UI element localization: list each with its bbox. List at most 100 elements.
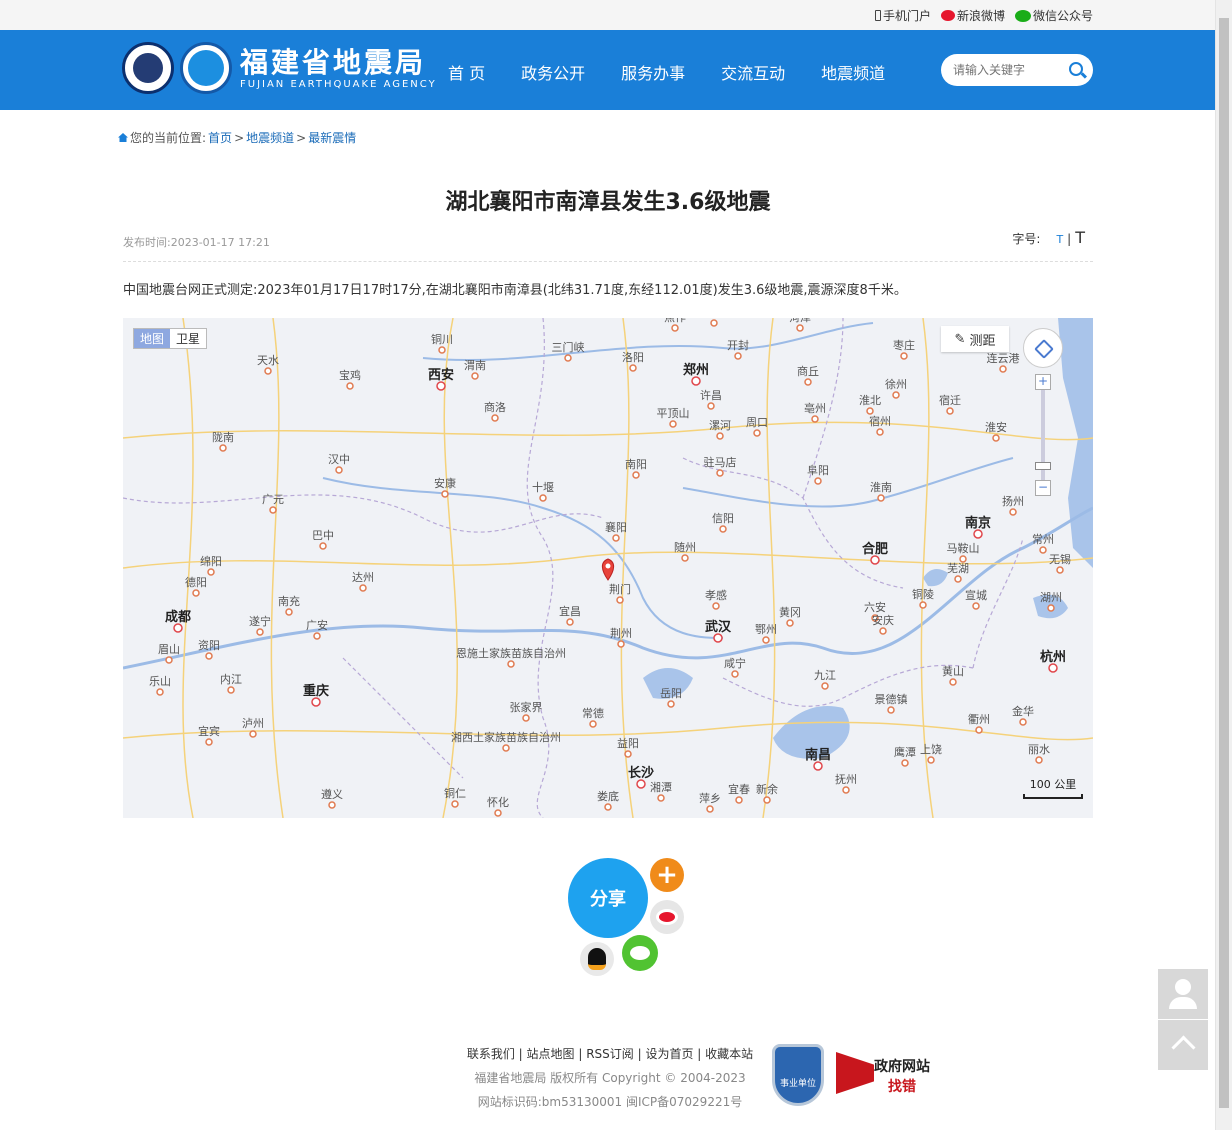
city-咸宁-label: 咸宁 — [724, 656, 746, 670]
city-张家界-dot — [522, 714, 530, 722]
city-铜仁-label: 铜仁 — [444, 786, 466, 800]
zoom-out-button[interactable]: − — [1035, 480, 1051, 496]
nav-government[interactable]: 政务公开 — [521, 60, 585, 84]
share-more-icon[interactable]: + — [650, 858, 684, 892]
city-新乡-label: 新乡 — [703, 318, 725, 319]
city-淮北-label: 淮北 — [859, 394, 881, 407]
city-娄底-label: 娄底 — [597, 789, 619, 803]
nav-earthquake[interactable]: 地震频道 — [821, 60, 885, 84]
city-南昌-dot — [813, 761, 823, 771]
wechat-link[interactable]: 微信公众号 — [1014, 7, 1093, 24]
city-遂宁-label: 遂宁 — [249, 614, 271, 628]
divider — [123, 261, 1093, 262]
city-天水-dot — [264, 367, 272, 375]
zoom-handle[interactable] — [1035, 462, 1051, 470]
pan-control[interactable] — [1023, 328, 1063, 368]
city-西安-dot — [436, 381, 446, 391]
city-宜宾-dot — [205, 738, 213, 746]
city-上饶-dot — [927, 756, 935, 764]
search-icon[interactable] — [1069, 62, 1083, 76]
city-马鞍山-dot — [959, 555, 967, 563]
nav-interaction[interactable]: 交流互动 — [721, 60, 785, 84]
breadcrumb-latest[interactable]: 最新震情 — [308, 129, 356, 146]
city-宿州-label: 宿州 — [869, 414, 891, 428]
weibo-link[interactable]: 新浪微博 — [940, 7, 1005, 24]
breadcrumb-channel[interactable]: 地震频道 — [246, 129, 294, 146]
share-button[interactable]: 分享 — [568, 858, 648, 938]
share-qq-icon[interactable] — [580, 942, 614, 976]
font-large-button[interactable]: T — [1075, 228, 1085, 247]
city-巴中-dot — [319, 542, 327, 550]
city-黄冈-dot — [786, 619, 794, 627]
city-常德-label: 常德 — [582, 706, 604, 720]
map-type-satellite[interactable]: 卫星 — [170, 329, 206, 348]
city-马鞍山-label: 马鞍山 — [947, 541, 980, 555]
share-wechat-icon[interactable] — [622, 935, 658, 971]
city-岳阳-label: 岳阳 — [660, 687, 682, 700]
city-平顶山-dot — [669, 420, 677, 428]
city-宿迁-dot — [946, 407, 954, 415]
map-type-switch: 地图 卫星 — [133, 328, 208, 349]
city-菏泽-dot — [796, 324, 804, 332]
city-扬州-label: 扬州 — [1002, 494, 1024, 508]
font-small-button[interactable]: T — [1056, 233, 1063, 246]
city-广元-label: 广元 — [262, 493, 284, 506]
city-新乡-dot — [710, 319, 718, 327]
city-陇南-dot — [219, 444, 227, 452]
city-广安-dot — [313, 632, 321, 640]
city-重庆-label: 重庆 — [303, 683, 329, 699]
city-十堰-dot — [539, 494, 547, 502]
city-安庆-dot — [879, 627, 887, 635]
city-益阳-dot — [624, 750, 632, 758]
city-芜湖-label: 芜湖 — [947, 561, 969, 575]
city-湘西土家族苗族自治州-label: 湘西土家族苗族自治州 — [451, 730, 561, 744]
city-许昌-dot — [707, 402, 715, 410]
city-宿州-dot — [876, 428, 884, 436]
city-长沙-dot — [636, 779, 646, 789]
institution-badge[interactable]: 事业单位 — [772, 1044, 824, 1106]
city-周口-label: 周口 — [746, 416, 768, 429]
site-logo[interactable]: 福建省地震局 FUJIAN EARTHQUAKE AGENCY — [122, 42, 437, 94]
city-九江-label: 九江 — [814, 669, 836, 682]
city-娄底-dot — [604, 803, 612, 811]
city-荆门-dot — [616, 596, 624, 604]
city-商洛-label: 商洛 — [484, 400, 506, 414]
city-抚州-dot — [842, 786, 850, 794]
ruler-button[interactable]: ✎ 测距 — [941, 326, 1009, 352]
city-湘西土家族苗族自治州-dot — [502, 744, 510, 752]
nav-home[interactable]: 首 页 — [448, 60, 485, 84]
zoom-in-button[interactable]: + — [1035, 374, 1051, 390]
city-德阳-label: 德阳 — [185, 575, 207, 589]
mobile-link[interactable]: 手机门户 — [874, 7, 931, 24]
phone-icon — [874, 10, 881, 21]
city-湖州-dot — [1047, 604, 1055, 612]
share-weibo-icon[interactable] — [650, 900, 684, 934]
map-type-map[interactable]: 地图 — [134, 329, 171, 348]
page-scrollbar[interactable] — [1215, 0, 1232, 1130]
city-南阳-dot — [632, 471, 640, 479]
earthquake-map[interactable]: 西安 郑州 武汉 成都 重庆 合肥 南京 杭州 长沙 南昌 襄阳 荆门 宜昌 荆州 十堰 南阳 随州 孝感 信阳 驻马… — [123, 318, 1093, 818]
user-icon[interactable] — [1158, 969, 1208, 1019]
search-input[interactable] — [953, 54, 1063, 86]
city-襄阳-label: 襄阳 — [605, 520, 627, 534]
city-宝鸡-label: 宝鸡 — [339, 368, 361, 382]
city-恩施土家族苗族自治州-dot — [507, 660, 515, 668]
city-杭州-label: 杭州 — [1040, 649, 1066, 665]
city-商丘-label: 商丘 — [797, 364, 819, 378]
breadcrumb-home[interactable]: 首页 — [208, 129, 232, 146]
nav-services[interactable]: 服务办事 — [621, 60, 685, 84]
city-九江-dot — [821, 682, 829, 690]
home-icon — [118, 133, 128, 142]
city-内江-dot — [227, 686, 235, 694]
article-meta: 发布时间:2023-01-17 17:21 字号: T | T — [123, 228, 1093, 250]
back-to-top-icon[interactable] — [1158, 1020, 1208, 1070]
city-宣城-dot — [972, 602, 980, 610]
city-宜春-label: 宜春 — [728, 782, 750, 796]
map-canvas[interactable]: 西安 郑州武汉 成都重庆 合肥 南京杭州长沙 南昌 襄阳荆门宜昌荆州 十堰 南阳随州孝感 信阳 驻马… — [123, 318, 1093, 818]
gov-site-report-badge[interactable]: 政府网站 找错 — [836, 1050, 936, 1096]
footer-links[interactable]: 联系我们 | 站点地图 | RSS订阅 | 设为首页 | 收藏本站 — [460, 1042, 760, 1066]
city-枣庄-label: 枣庄 — [893, 338, 915, 352]
city-合肥-dot — [870, 555, 880, 565]
city-丽水-dot — [1035, 756, 1043, 764]
font-size-control: 字号: T | T — [1012, 228, 1085, 247]
